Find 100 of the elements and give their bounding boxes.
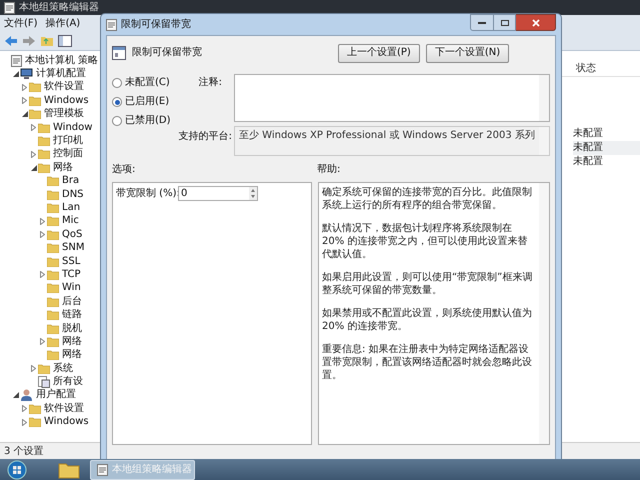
user-icon <box>20 389 33 402</box>
tree-item[interactable]: 后台 <box>62 296 82 308</box>
collapsed-arrow-icon[interactable] <box>40 218 45 225</box>
tree-item[interactable]: QoS <box>62 228 82 241</box>
back-arrow-icon[interactable] <box>4 35 18 47</box>
radio-label[interactable]: 已启用(E) <box>125 96 170 108</box>
collapsed-arrow-icon[interactable] <box>22 405 27 412</box>
tree-item[interactable]: 本地计算机 策略 <box>25 54 98 67</box>
tree-item[interactable]: 用户配置 <box>36 389 76 402</box>
document-icon <box>97 464 108 476</box>
collapsed-arrow-icon[interactable] <box>31 124 36 132</box>
computer-icon <box>20 68 33 80</box>
folder-icon <box>47 296 59 307</box>
help-paragraph: 确定系统可保留的连接带宽的百分比。此值限制系统上运行的所有程序的组合带宽保留。 <box>322 186 533 212</box>
folder-icon <box>38 364 50 374</box>
forward-arrow-icon[interactable] <box>22 35 36 47</box>
window-title: 本地组策略编辑器 <box>19 2 99 14</box>
tree-item[interactable]: 网络 <box>62 336 82 348</box>
tree-item[interactable]: Window <box>53 122 92 134</box>
scrollbar[interactable] <box>539 183 549 444</box>
collapsed-arrow-icon[interactable] <box>40 338 45 346</box>
console-tree-icon[interactable] <box>58 35 72 47</box>
folder-icon <box>47 310 59 320</box>
expanded-arrow-icon[interactable] <box>30 164 36 171</box>
table-cell-text: 未配置 <box>573 155 604 169</box>
close-icon <box>532 18 540 26</box>
platform-field: 至少 Windows XP Professional 或 Windows Server 2003 系列 <box>234 126 550 156</box>
tree-item[interactable]: SSL <box>62 256 80 268</box>
folder-icon <box>47 336 59 347</box>
menu-item[interactable]: 文件(F) <box>4 18 38 30</box>
previous-setting-button[interactable]: 上一个设置(P) <box>338 44 420 62</box>
radio-label[interactable]: 已禁用(D) <box>125 115 171 127</box>
tree-item[interactable]: 软件设置 <box>44 81 84 94</box>
help-label: 帮助: <box>317 164 340 176</box>
status-text: 3 个设置 <box>4 446 44 458</box>
folder-icon <box>47 324 59 334</box>
next-setting-button[interactable]: 下一个设置(N) <box>426 44 510 62</box>
tree-item[interactable]: 网络 <box>53 162 73 174</box>
tree-item[interactable]: TCP <box>62 268 81 281</box>
folder-icon <box>47 243 59 254</box>
folder-icon <box>38 149 50 160</box>
spin-arrows-icon[interactable] <box>249 187 257 200</box>
help-paragraph: 如果启用此设置，则可以使用“带宽限制”框来调整系统可保留的带宽数量。 <box>322 271 534 297</box>
table-cell: 未配置 <box>573 141 640 155</box>
folder-icon <box>47 256 59 267</box>
collapsed-arrow-icon[interactable] <box>22 84 27 91</box>
collapsed-arrow-icon[interactable] <box>22 418 27 426</box>
tree-item[interactable]: 计算机配置 <box>36 68 86 80</box>
help-paragraph: 如果禁用或不配置此设置，则系统使用默认值为 20% 的连接带宽。 <box>322 307 533 333</box>
radio-button[interactable] <box>112 116 122 126</box>
folder-icon <box>29 417 41 428</box>
folder-icon <box>47 283 59 294</box>
options-label: 选项: <box>112 164 136 176</box>
minimize-button[interactable] <box>470 14 494 31</box>
collapsed-arrow-icon[interactable] <box>40 271 45 278</box>
collapsed-arrow-icon[interactable] <box>31 150 36 158</box>
folder-icon <box>47 350 59 360</box>
tree-item[interactable]: Mic <box>62 215 79 228</box>
tree-item[interactable]: Lan <box>62 202 80 214</box>
collapsed-arrow-icon[interactable] <box>40 231 45 238</box>
folder-icon <box>47 202 59 213</box>
close-button[interactable] <box>516 14 556 31</box>
collapsed-arrow-icon[interactable] <box>31 365 36 372</box>
folder-icon <box>47 176 59 186</box>
tree-item[interactable]: 打印机 <box>53 135 83 148</box>
tree-item[interactable]: Windows <box>44 94 89 107</box>
menu-item[interactable]: 操作(A) <box>46 18 80 30</box>
folder-icon <box>29 109 41 120</box>
maximize-button[interactable] <box>494 14 516 31</box>
tree-item[interactable]: Win <box>62 282 81 294</box>
tree-item[interactable]: DNS <box>62 188 84 201</box>
radio-button[interactable] <box>112 97 122 107</box>
tree-item[interactable]: 控制面 <box>53 148 83 160</box>
settings-list-icon <box>38 376 50 388</box>
collapsed-arrow-icon[interactable] <box>22 97 27 104</box>
tree-item[interactable]: 链路 <box>62 309 82 322</box>
folder-icon <box>47 230 59 240</box>
comment-label: 注释: <box>198 76 223 90</box>
column-header[interactable]: 状态 <box>576 63 596 76</box>
expanded-arrow-icon[interactable] <box>12 71 18 78</box>
tree-item[interactable]: Bra <box>62 175 80 188</box>
help-paragraph: 重要信息: 如果在注册表中为特定网络适配器设置带宽限制，配置该网络适配器时就会忽略此设置。 <box>322 343 533 382</box>
expanded-arrow-icon[interactable] <box>22 111 28 118</box>
tree-item[interactable]: 系统 <box>53 362 73 375</box>
expanded-arrow-icon[interactable] <box>12 392 18 398</box>
bandwidth-spin-field[interactable]: 0 <box>178 186 258 201</box>
tree-item[interactable]: 软件设置 <box>44 402 84 415</box>
tree-item[interactable]: 网络 <box>62 349 82 362</box>
tree-item[interactable]: 脱机 <box>62 322 82 334</box>
start-orb-icon[interactable] <box>6 460 28 480</box>
policy-setting-icon <box>112 46 126 60</box>
comment-field[interactable] <box>234 74 550 122</box>
tree-item[interactable]: 所有设 <box>53 376 83 388</box>
tree-item[interactable]: SNM <box>62 242 84 254</box>
radio-label[interactable]: 未配置(C) <box>125 77 170 89</box>
tree-item[interactable]: 管理模板 <box>44 108 84 120</box>
tree-item[interactable]: Windows <box>44 416 89 428</box>
radio-button[interactable] <box>112 78 122 88</box>
folder-icon <box>38 136 50 146</box>
setting-heading: 限制可保留带宽 <box>132 47 202 59</box>
